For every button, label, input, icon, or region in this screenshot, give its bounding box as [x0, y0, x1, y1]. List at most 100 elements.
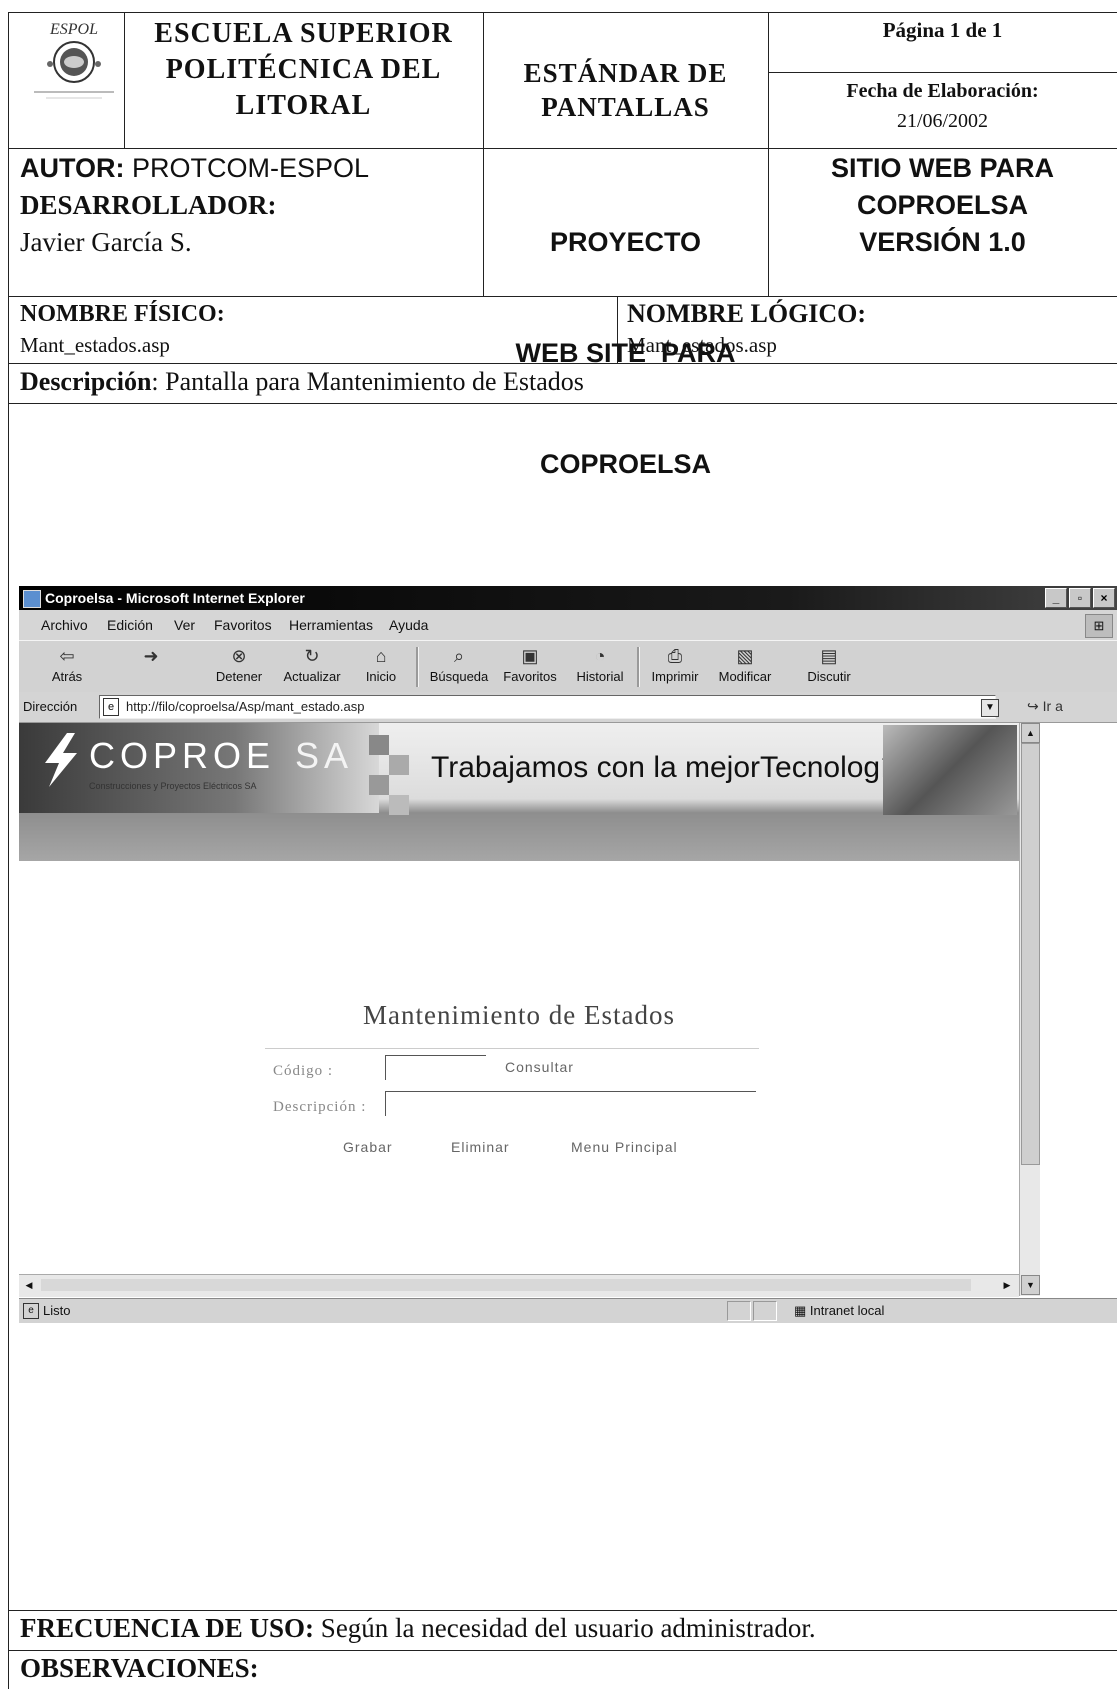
- developer-value: Javier García S.: [20, 227, 192, 257]
- discuss-button[interactable]: ▤ Discutir: [801, 645, 857, 684]
- address-input[interactable]: e http://filo/coproelsa/Asp/mant_estado.…: [99, 695, 996, 719]
- document-type-line: PANTALLAS: [541, 92, 710, 122]
- intranet-icon: ▦: [794, 1303, 807, 1318]
- table-rule: [8, 1610, 1117, 1611]
- print-icon: ⎙: [667, 646, 683, 666]
- description-value: : Pantalla para Mantenimiento de Estados: [151, 367, 584, 396]
- site-banner: COPROE SA Construcciones y Proyectos Eléc…: [19, 723, 1019, 861]
- address-bar: Dirección e http://filo/coproelsa/Asp/ma…: [19, 692, 1117, 723]
- favorites-icon: ▣: [521, 646, 539, 666]
- site-slogan: Trabajamos con la mejorTecnología: [431, 751, 906, 784]
- physical-name-value: Mant_estados.asp: [20, 333, 170, 357]
- coproelsa-logo: COPROE SA Construcciones y Proyectos Eléc…: [19, 723, 379, 813]
- description: Descripción: Pantalla para Mantenimiento…: [20, 367, 584, 397]
- window-title: Coproelsa - Microsoft Internet Explorer: [45, 590, 305, 606]
- code-input[interactable]: [385, 1055, 486, 1080]
- table-border-top: [8, 12, 1117, 13]
- maximize-button[interactable]: ▫: [1069, 588, 1091, 608]
- window-controls: _ ▫ ×: [1045, 588, 1115, 608]
- consult-button[interactable]: Consultar: [505, 1059, 574, 1075]
- menu-herramientas[interactable]: Herramientas: [289, 617, 373, 633]
- menu-bar: Archivo Edición Ver Favoritos Herramient…: [19, 610, 1117, 640]
- developer-label: DESARROLLADOR:: [20, 190, 277, 220]
- browser-window: Coproelsa - Microsoft Internet Explorer …: [19, 586, 1117, 1374]
- office-photo: [883, 725, 1017, 815]
- form-title: Mantenimiento de Estados: [363, 1000, 675, 1030]
- espol-logo: ESPOL: [34, 21, 114, 99]
- home-label: Inicio: [365, 669, 397, 684]
- horizontal-scrollbar[interactable]: ◀ ▶: [19, 1274, 1019, 1297]
- zone-indicator: ▦ Intranet local: [794, 1303, 884, 1319]
- chevron-down-icon[interactable]: ▼: [981, 699, 999, 717]
- go-arrow-icon: ↪: [1027, 698, 1039, 714]
- frequency: FRECUENCIA DE USO: Según la necesidad de…: [20, 1613, 816, 1644]
- lightning-bolt-icon: [45, 733, 77, 787]
- go-button[interactable]: ↪ Ir a: [1027, 698, 1063, 715]
- address-label: Dirección: [23, 699, 78, 714]
- page-content: COPROE SA Construcciones y Proyectos Eléc…: [19, 723, 1019, 1274]
- back-button[interactable]: ⇦ Atrás: [47, 645, 87, 684]
- scroll-down-icon[interactable]: ▼: [1021, 1275, 1040, 1295]
- table-rule: [768, 72, 1117, 73]
- scroll-right-icon[interactable]: ▶: [999, 1277, 1015, 1293]
- discuss-label: Discutir: [807, 669, 851, 684]
- print-button[interactable]: ⎙ Imprimir: [647, 645, 703, 684]
- favorites-button[interactable]: ▣ Favoritos: [497, 645, 563, 684]
- checker-decoration: [369, 735, 409, 815]
- vertical-scrollbar[interactable]: ▲ ▼: [1019, 723, 1040, 1296]
- page-status-icon: e: [23, 1303, 39, 1319]
- project-line: COPROELSA: [539, 449, 712, 479]
- refresh-icon: ↻: [304, 646, 320, 666]
- description-input[interactable]: [385, 1091, 756, 1116]
- home-icon: ⌂: [375, 646, 387, 666]
- scroll-thumb[interactable]: [1021, 743, 1040, 1165]
- date-label: Fecha de Elaboración:: [846, 80, 1039, 102]
- status-cell: [727, 1301, 751, 1321]
- status-cell: [753, 1301, 777, 1321]
- refresh-label: Actualizar: [283, 669, 341, 684]
- document-page: ESPOL ESCUELA SUPERIOR POLITÉCNICA DEL L…: [0, 0, 1117, 1689]
- menu-favoritos[interactable]: Favoritos: [214, 617, 272, 633]
- discuss-icon: ▤: [820, 646, 838, 666]
- frequency-value: Según la necesidad del usuario administr…: [320, 1613, 816, 1643]
- status-text: Listo: [43, 1303, 71, 1318]
- toolbar-separator: [416, 647, 419, 687]
- history-button[interactable]: ◔ Historial: [569, 645, 631, 684]
- minimize-button[interactable]: _: [1045, 588, 1067, 608]
- site-version: SITIO WEB PARA COPROELSA VERSIÓN 1.0: [768, 150, 1117, 261]
- brand-right: SA: [295, 735, 354, 776]
- favorites-label: Favoritos: [503, 669, 557, 684]
- forward-button[interactable]: ➜: [131, 645, 171, 669]
- menu-archivo[interactable]: Archivo: [41, 617, 88, 633]
- observations-label: OBSERVACIONES:: [20, 1653, 259, 1683]
- edit-button[interactable]: ▧ Modificar: [713, 645, 777, 684]
- toolbar: ⇦ Atrás ➜ ⊗ Detener ↻ Actualizar ⌂ Inici…: [19, 640, 1117, 694]
- date-value: 21/06/2002: [896, 110, 989, 132]
- page-icon: e: [103, 698, 119, 716]
- home-button[interactable]: ⌂ Inicio: [357, 645, 405, 684]
- zone-text: Intranet local: [809, 1303, 885, 1318]
- menu-ver[interactable]: Ver: [174, 617, 195, 633]
- brand-subtitle: Construcciones y Proyectos Eléctricos SA: [89, 781, 257, 791]
- save-button[interactable]: Grabar: [343, 1139, 393, 1155]
- scroll-left-icon[interactable]: ◀: [21, 1277, 37, 1293]
- logical-name: NOMBRE LÓGICO: Mant_estados.asp: [627, 298, 866, 360]
- delete-button[interactable]: Eliminar: [451, 1139, 510, 1155]
- main-menu-button[interactable]: Menu Principal: [571, 1139, 678, 1155]
- search-button[interactable]: ⌕ Búsqueda: [423, 645, 495, 684]
- stop-button[interactable]: ⊗ Detener: [209, 645, 269, 684]
- close-button[interactable]: ×: [1093, 588, 1115, 608]
- scroll-up-icon[interactable]: ▲: [1021, 723, 1040, 743]
- history-icon: ◔: [594, 646, 606, 666]
- estado-form: Código : Consultar Descripción :: [265, 1048, 759, 1119]
- menu-ayuda[interactable]: Ayuda: [389, 617, 428, 633]
- edit-label: Modificar: [718, 669, 772, 684]
- edit-icon: ▧: [736, 646, 754, 666]
- menu-edicion[interactable]: Edición: [107, 617, 153, 633]
- refresh-button[interactable]: ↻ Actualizar: [277, 645, 347, 684]
- search-label: Búsqueda: [429, 669, 489, 684]
- status-bar: e Listo ▦ Intranet local: [19, 1298, 1117, 1323]
- table-border-left: [8, 12, 9, 1689]
- url-text: http://filo/coproelsa/Asp/mant_estado.as…: [126, 699, 365, 714]
- scroll-track[interactable]: [41, 1279, 971, 1291]
